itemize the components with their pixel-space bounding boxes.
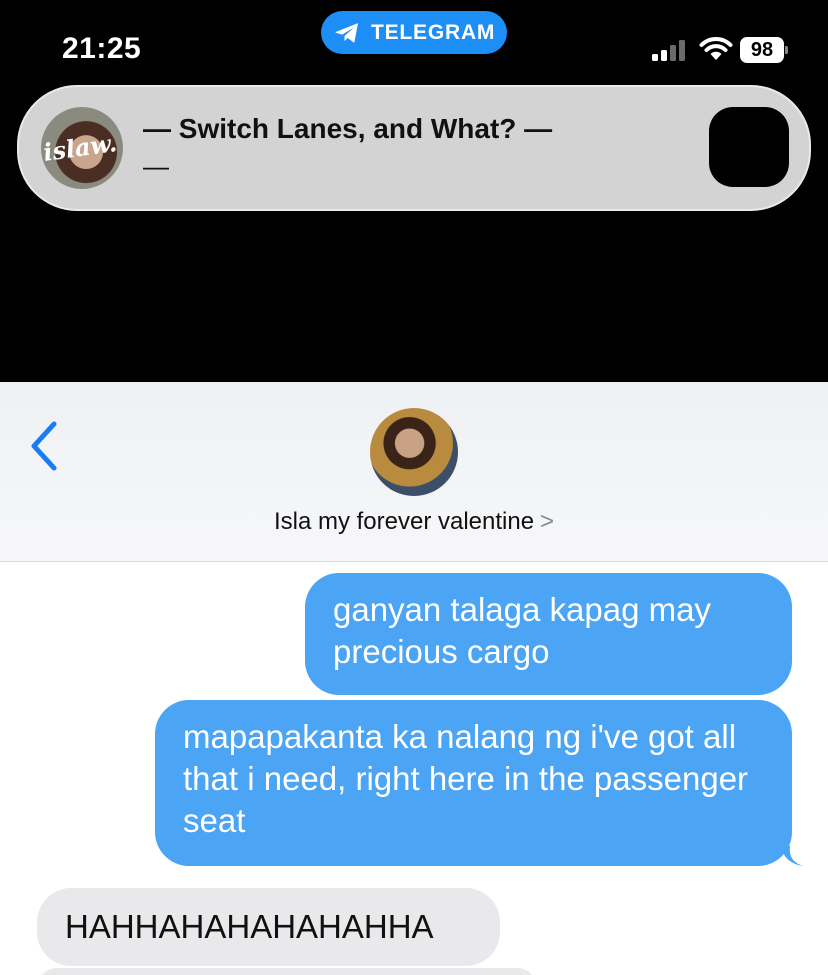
track-subtitle: — — [143, 151, 169, 181]
battery-icon: 98 — [740, 37, 788, 63]
bubble-tail-icon — [780, 844, 804, 866]
telegram-return-pill[interactable]: TELEGRAM — [321, 11, 507, 54]
wifi-icon — [699, 37, 733, 60]
status-time: 21:25 — [62, 32, 142, 65]
banner-action-button[interactable] — [709, 107, 789, 187]
album-art-text: islaw. — [41, 127, 119, 168]
messages-conversation: Isla my forever valentine > ganyan talaga… — [0, 382, 828, 975]
telegram-pill-label: TELEGRAM — [371, 20, 496, 44]
sent-message-bubble[interactable]: ganyan talaga kapag may precious cargo — [305, 573, 792, 695]
contact-name[interactable]: Isla my forever valentine > — [0, 508, 828, 536]
now-playing-banner[interactable]: islaw. — Switch Lanes, and What? — — — [17, 85, 811, 211]
telegram-icon — [335, 22, 359, 43]
battery-level: 98 — [750, 38, 774, 61]
contact-name-label: Isla my forever valentine — [273, 508, 535, 535]
back-chevron-icon[interactable] — [26, 420, 62, 472]
signal-icon — [652, 39, 690, 61]
received-message-bubble-partial — [37, 968, 537, 975]
chevron-right-icon: > — [540, 508, 555, 535]
received-message-bubble[interactable]: HAHHAHAHAHAHAHHA — [37, 888, 500, 966]
sent-message-bubble[interactable]: mapapakanta ka nalang ng i've got all th… — [155, 700, 792, 866]
album-art: islaw. — [41, 107, 123, 189]
conversation-header: Isla my forever valentine > — [0, 382, 828, 562]
track-title: — Switch Lanes, and What? — — [143, 113, 553, 144]
contact-avatar[interactable] — [370, 408, 458, 496]
status-bar: 21:25 TELEGRAM 98 — [0, 0, 828, 80]
